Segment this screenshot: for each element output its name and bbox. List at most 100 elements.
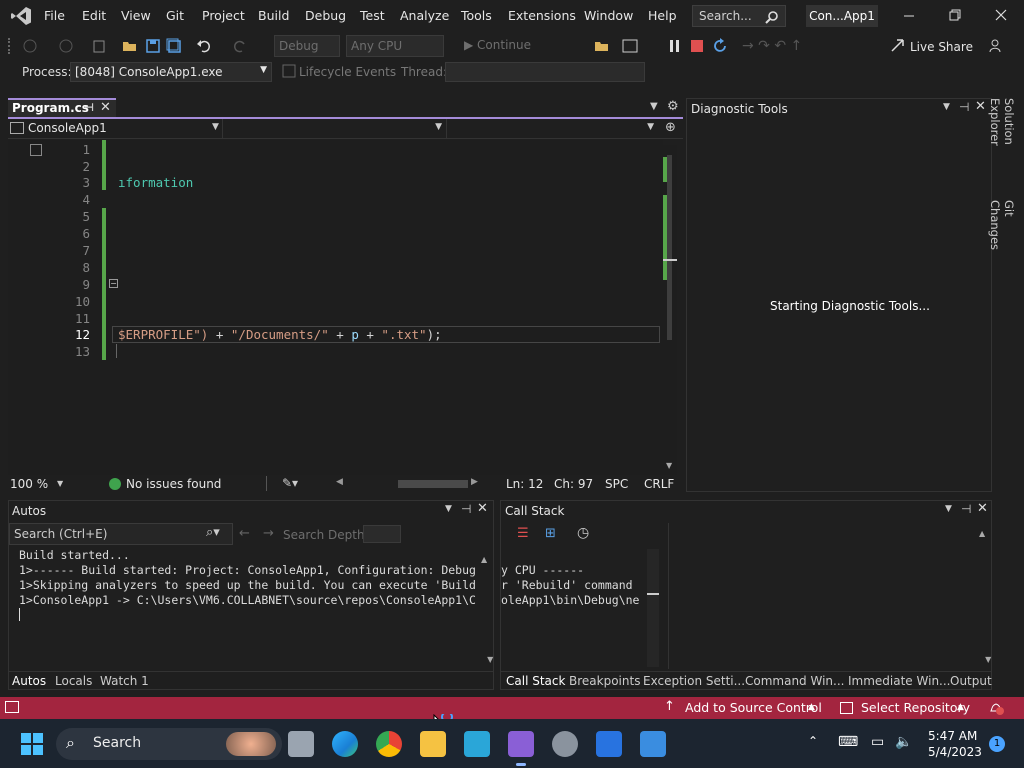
azure-data-studio-icon[interactable] [464,731,490,757]
solution-title[interactable]: Con...App1 [806,5,878,27]
notification-badge[interactable]: 1 [989,736,1005,752]
search-icon[interactable]: ⌕▾ [206,525,220,540]
tab-immediate-window[interactable]: Immediate Win... [848,674,951,688]
split-editor-icon[interactable]: ⊕ [665,120,676,135]
line-indicator[interactable]: Ln: 12 [506,477,543,491]
toolbar-grip[interactable] [8,38,12,54]
pin-icon[interactable]: ⊣ [961,502,971,516]
visual-studio-icon[interactable] [508,731,534,757]
code-map-icon[interactable]: ⊞ [545,526,556,541]
step-icons[interactable]: → ↷ ↶ ↑ [742,38,802,54]
tab-call-stack[interactable]: Call Stack [506,674,565,688]
issues-status[interactable]: No issues found [126,477,221,491]
code-cleanup-icon[interactable]: ✎▾ [282,476,298,490]
scrollbar-thumb[interactable] [667,155,672,340]
quick-actions-icon[interactable] [30,144,42,156]
browse-folder-icon[interactable] [594,38,610,54]
output-scrollbar[interactable] [647,549,659,667]
menu-tools[interactable]: Tools [461,8,492,23]
call-stack-scrollbar[interactable]: ▲ ▼ [979,525,991,667]
collapse-toggle-icon[interactable]: − [109,279,118,288]
scroll-left-icon[interactable]: ◀ [336,477,343,487]
configuration-dropdown[interactable]: Debug [274,35,340,57]
panel-dropdown-icon[interactable]: ▼ [445,504,452,514]
restore-icon[interactable] [948,8,962,22]
tab-exception-settings[interactable]: Exception Setti... [643,674,745,688]
live-share-label[interactable]: Live Share [910,40,973,54]
close-icon[interactable] [994,8,1008,22]
editor-settings-icon[interactable]: ⚙ [667,99,679,114]
live-share-icon[interactable] [890,38,906,54]
network-icon[interactable]: ▭ [871,734,884,750]
git-changes-tab[interactable]: Git Changes [988,200,1016,270]
search-forward-icon[interactable]: → [263,526,274,541]
pin-icon[interactable]: ⊣ [959,100,969,114]
tab-program-cs[interactable]: Program.cs ⊣ ✕ [8,98,116,117]
scroll-down-icon[interactable]: ▼ [666,461,672,470]
menu-view[interactable]: View [121,8,151,23]
pin-icon[interactable]: ⊣ [461,502,471,516]
zoom-level[interactable]: 100 % [10,477,48,491]
tab-close-icon[interactable]: ✕ [100,100,111,115]
navigate-back-icon[interactable] [22,38,38,54]
autos-search-input[interactable]: Search (Ctrl+E) ⌕▾ [9,523,233,545]
show-hidden-icons[interactable]: ⌃ [808,734,818,748]
menu-build[interactable]: Build [258,8,289,23]
scroll-right-icon[interactable]: ▶ [471,477,478,487]
process-dropdown[interactable]: [8048] ConsoleApp1.exe ▼ [70,62,272,82]
feedback-icon[interactable] [988,38,1004,54]
column-indicator[interactable]: Ch: 97 [554,477,593,491]
clock-date[interactable]: 5/4/2023 [928,745,982,759]
navigate-forward-icon[interactable] [58,38,74,54]
chrome-icon[interactable] [376,731,402,757]
redo-icon[interactable] [232,38,250,54]
zoom-dropdown-icon[interactable]: ▼ [57,479,63,488]
tab-overflow-icon[interactable]: ▼ [650,101,658,112]
panel-close-icon[interactable]: ✕ [975,99,986,114]
visual-studio-logo-icon[interactable] [10,6,32,26]
stop-icon[interactable] [690,39,704,53]
add-to-source-control[interactable]: Add to Source Control [685,700,822,715]
list-icon[interactable]: ☰ [517,526,529,541]
layout-icon[interactable] [622,38,640,54]
clock-icon[interactable]: ◷ [577,525,589,541]
undo-icon[interactable] [196,38,214,54]
thread-dropdown[interactable] [445,62,645,82]
platform-dropdown[interactable]: Any CPU [346,35,444,57]
tab-autos[interactable]: Autos [12,674,46,688]
restart-icon[interactable] [712,38,728,54]
menu-analyze[interactable]: Analyze [400,8,449,23]
tab-locals[interactable]: Locals [55,674,92,688]
open-folder-icon[interactable] [122,38,138,54]
search-depth-dropdown[interactable] [363,525,401,543]
menu-git[interactable]: Git [166,8,184,23]
project-dropdown[interactable]: ConsoleApp1 [28,121,107,135]
line-ending-indicator[interactable]: CRLF [644,477,674,491]
app-icon[interactable] [640,731,666,757]
tab-breakpoints[interactable]: Breakpoints [569,674,640,688]
keyboard-icon[interactable]: ⌨ [838,734,858,750]
horizontal-scrollbar-thumb[interactable] [398,480,468,488]
edge-icon[interactable] [332,731,358,757]
menu-test[interactable]: Test [360,8,385,23]
menu-window[interactable]: Window [584,8,633,23]
project-dropdown-arrow[interactable]: ▼ [212,122,219,132]
pause-icon[interactable] [668,39,682,53]
clock-time[interactable]: 5:47 AM [928,729,977,743]
autos-scrollbar[interactable]: ▲ ▼ [481,551,493,667]
caret-up-icon[interactable]: ▲ [808,702,815,712]
pin-icon[interactable]: ⊣ [84,101,94,114]
vertical-scrollbar[interactable]: ▼ [663,145,677,475]
code-editor[interactable]: 1 2 3 4 5 6 7 8 9 10 11 12 13 − ıformati… [8,140,663,475]
search-back-icon[interactable]: ← [239,526,250,541]
tab-output[interactable]: Output [950,674,992,688]
volume-icon[interactable]: 🔈 [895,734,912,750]
tab-watch-1[interactable]: Watch 1 [100,674,149,688]
power-automate-icon[interactable] [596,731,622,757]
menu-edit[interactable]: Edit [82,8,106,23]
new-project-icon[interactable] [92,38,108,54]
menu-extensions[interactable]: Extensions [508,8,576,23]
solution-explorer-tab[interactable]: Solution Explorer [988,98,1016,194]
type-dropdown[interactable]: ▼ [222,119,442,138]
panel-close-icon[interactable]: ✕ [977,501,988,516]
